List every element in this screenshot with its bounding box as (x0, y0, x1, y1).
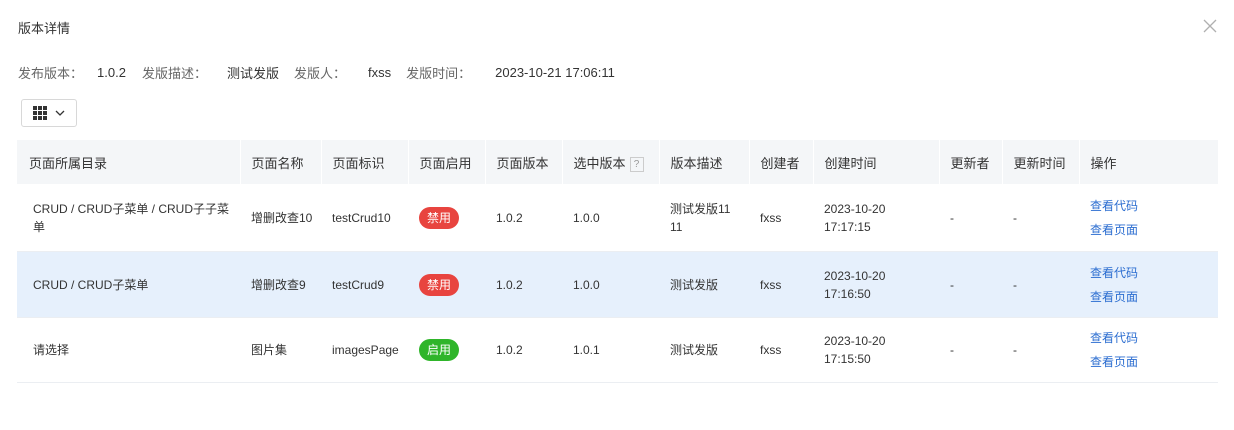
cell-updater: - (939, 317, 1002, 383)
publish-time-label: 发版时间： (406, 65, 472, 81)
table-header-row: 页面所属目录 页面名称 页面标识 页面启用 页面版本 选中版本? 版本描述 创建… (17, 140, 1219, 184)
cell-page-version: 1.0.2 (485, 317, 562, 383)
cell-directory: CRUD / CRUD子菜单 (17, 251, 240, 318)
header-page-name[interactable]: 页面名称 (240, 140, 322, 184)
cell-version-desc: 测试发版 (659, 251, 749, 318)
cell-page-key: testCrud9 (321, 251, 408, 318)
cell-updated-at: - (1002, 251, 1079, 318)
cell-actions: 查看代码 查看页面 (1079, 251, 1218, 318)
header-updater[interactable]: 更新者 (939, 140, 1003, 184)
view-code-link[interactable]: 查看代码 (1090, 326, 1218, 350)
cell-actions: 查看代码 查看页面 (1079, 184, 1218, 252)
cell-page-name: 增删改查10 (240, 184, 321, 252)
cell-directory: CRUD / CRUD子菜单 / CRUD子子菜单 (17, 184, 240, 252)
publish-time-value: 2023-10-21 17:06:11 (495, 64, 615, 80)
created-date: 2023-10-20 (824, 334, 886, 348)
desc-label: 发版描述： (141, 65, 207, 81)
cell-creator: fxss (749, 251, 813, 318)
cell-selected-version: 1.0.0 (562, 184, 659, 252)
status-badge: 禁用 (419, 273, 460, 296)
created-time: 17:17:15 (824, 219, 871, 234)
created-time: 17:16:50 (824, 286, 871, 301)
header-updated-at[interactable]: 更新时间 (1002, 140, 1080, 184)
cell-updated-at: - (1002, 184, 1079, 252)
header-selected-version[interactable]: 选中版本? (562, 140, 660, 184)
status-badge: 启用 (419, 339, 460, 361)
close-icon[interactable] (1202, 18, 1218, 34)
column-settings-button[interactable] (21, 99, 77, 127)
version-label: 发布版本： (18, 65, 84, 81)
table-row[interactable]: CRUD / CRUD子菜单 增删改查9 testCrud9 禁用 1.0.2 … (17, 251, 1218, 318)
cell-created-at: 2023-10-20 17:15:50 (813, 317, 939, 383)
view-code-link[interactable]: 查看代码 (1090, 261, 1218, 285)
header-creator[interactable]: 创建者 (749, 140, 814, 184)
grid-icon (33, 106, 47, 120)
header-actions: 操作 (1079, 140, 1219, 184)
cell-version-desc: 测试发版 (659, 317, 749, 383)
cell-page-version: 1.0.2 (485, 251, 562, 318)
cell-page-key: testCrud10 (321, 184, 408, 252)
page-version-table: 页面所属目录 页面名称 页面标识 页面启用 页面版本 选中版本? 版本描述 创建… (17, 140, 1219, 383)
view-code-link[interactable]: 查看代码 (1090, 194, 1218, 218)
created-date: 2023-10-20 (824, 201, 886, 216)
cell-created-at: 2023-10-20 17:16:50 (813, 251, 939, 318)
header-page-enabled[interactable]: 页面启用 (408, 140, 486, 184)
cell-selected-version: 1.0.0 (562, 251, 659, 318)
table-row[interactable]: CRUD / CRUD子菜单 / CRUD子子菜单 增删改查10 testCru… (17, 184, 1218, 252)
created-date: 2023-10-20 (824, 268, 886, 283)
desc-value: 测试发版 (226, 65, 279, 81)
chevron-down-icon (55, 110, 65, 116)
cell-page-key: imagesPage (321, 317, 408, 383)
view-page-link[interactable]: 查看页面 (1090, 350, 1218, 374)
cell-page-name: 图片集 (240, 317, 321, 383)
cell-page-name: 增删改查9 (240, 251, 321, 318)
help-icon[interactable]: ? (629, 156, 644, 172)
created-time: 17:15:50 (824, 352, 871, 366)
header-selected-version-label: 选中版本 (573, 155, 626, 171)
status-badge: 禁用 (419, 206, 460, 229)
cell-updater: - (939, 184, 1002, 252)
cell-enabled: 启用 (408, 317, 485, 383)
header-version-desc[interactable]: 版本描述 (659, 140, 750, 184)
cell-created-at: 2023-10-20 17:17:15 (813, 184, 939, 252)
cell-page-version: 1.0.2 (485, 184, 562, 252)
cell-directory: 请选择 (17, 317, 240, 383)
cell-creator: fxss (749, 317, 813, 383)
header-page-version[interactable]: 页面版本 (485, 140, 563, 184)
cell-version-desc: 测试发版1111 (659, 184, 749, 252)
header-directory[interactable]: 页面所属目录 (17, 140, 241, 184)
cell-selected-version: 1.0.1 (562, 317, 659, 383)
dialog-title: 版本详情 (18, 21, 71, 36)
header-created-at[interactable]: 创建时间 (813, 140, 940, 184)
version-info-row: 发布版本： 1.0.2 发版描述： 测试发版 发版人： fxss 发版时间： 2… (18, 63, 615, 81)
publisher-label: 发版人： (293, 65, 346, 81)
view-page-link[interactable]: 查看页面 (1090, 285, 1218, 309)
cell-creator: fxss (749, 184, 813, 252)
cell-enabled: 禁用 (408, 184, 485, 252)
header-page-key[interactable]: 页面标识 (321, 140, 409, 184)
cell-updated-at: - (1002, 317, 1079, 383)
view-page-link[interactable]: 查看页面 (1090, 218, 1218, 242)
version-value: 1.0.2 (97, 64, 126, 80)
cell-actions: 查看代码 查看页面 (1079, 317, 1218, 383)
cell-updater: - (939, 251, 1002, 318)
publisher-value: fxss (367, 64, 392, 80)
cell-enabled: 禁用 (408, 251, 485, 318)
table-row[interactable]: 请选择 图片集 imagesPage 启用 1.0.2 1.0.1 测试发版 f… (17, 317, 1218, 383)
